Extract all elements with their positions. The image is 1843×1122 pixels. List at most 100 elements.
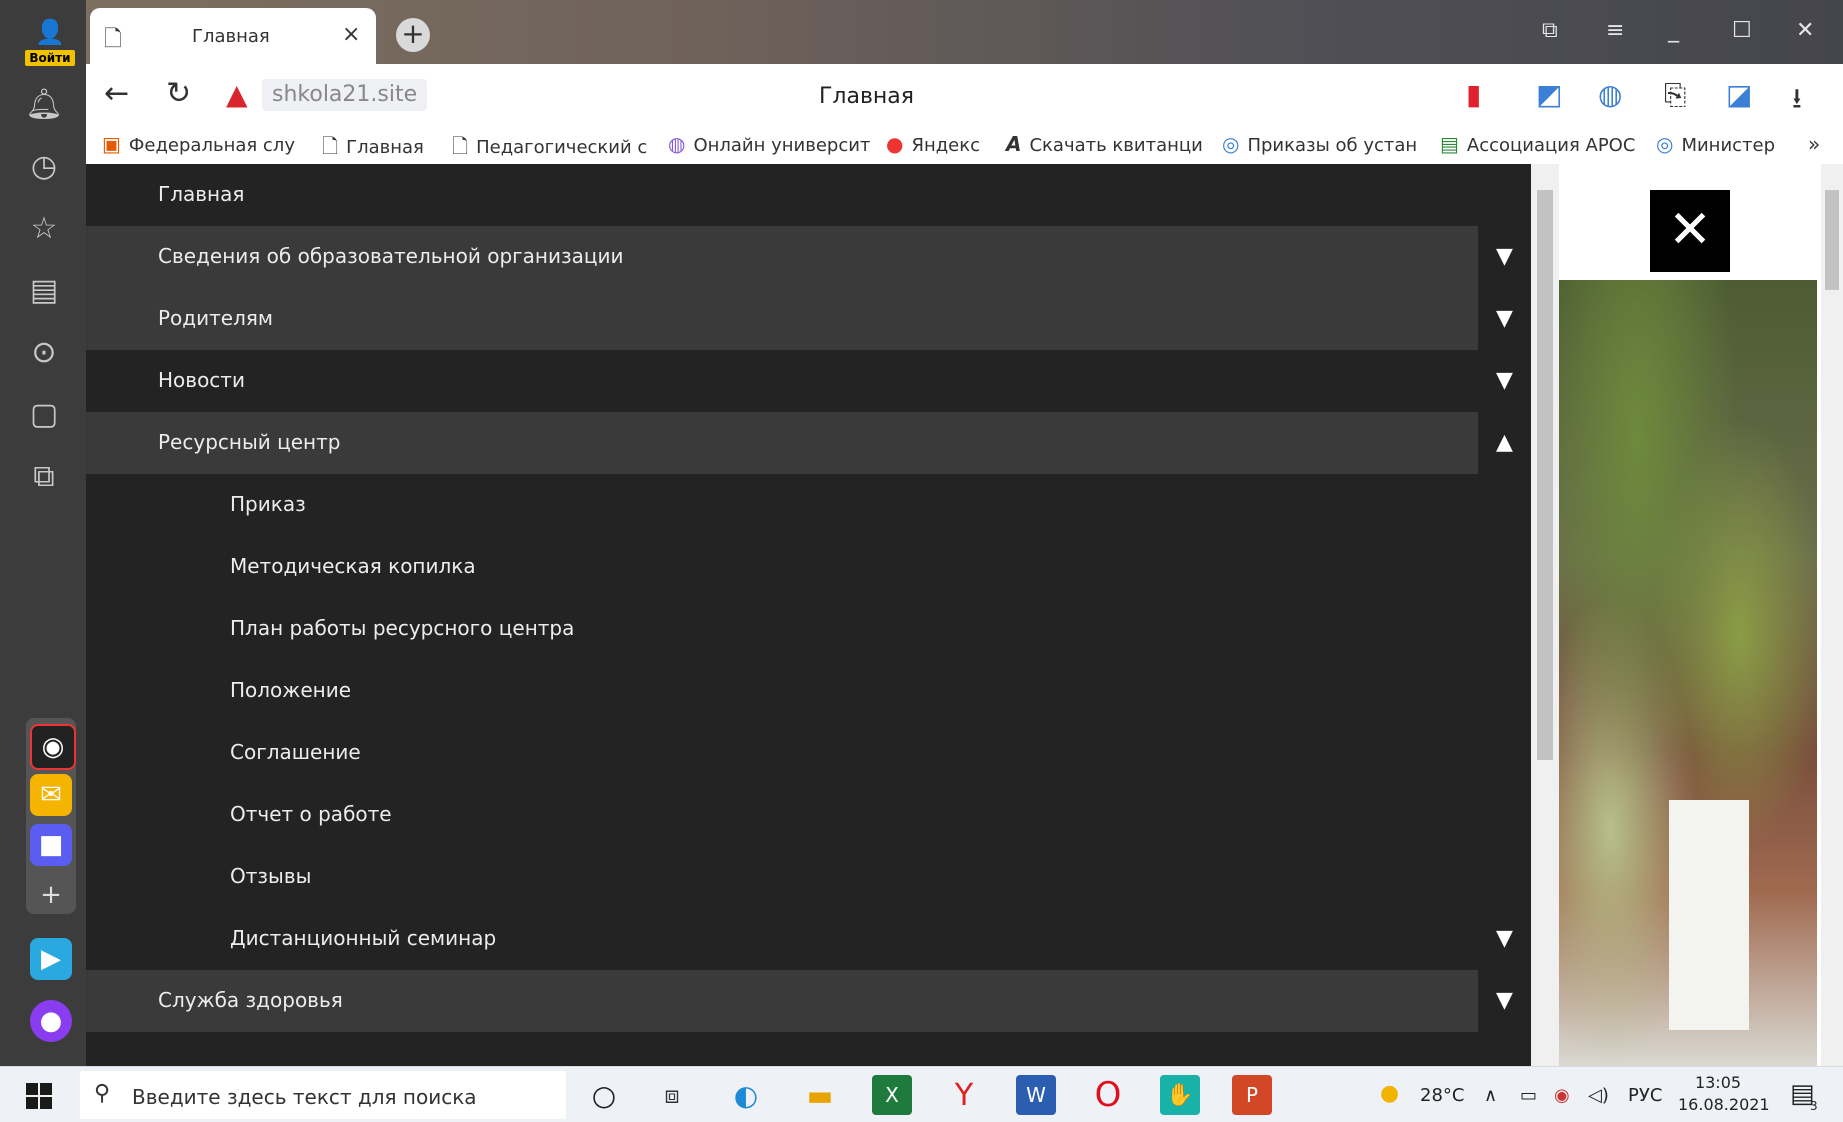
messenger-app-icon[interactable]: ■: [30, 824, 72, 866]
star-icon[interactable]: ☆: [22, 206, 66, 250]
cortana-icon[interactable]: ○: [584, 1075, 624, 1115]
close-menu-button[interactable]: ✕: [1650, 190, 1730, 272]
zen-app-icon[interactable]: ▶: [30, 938, 72, 980]
minimize-icon[interactable]: _: [1668, 18, 1679, 43]
site-icon: ▤: [1440, 132, 1459, 156]
word-icon[interactable]: W: [1016, 1075, 1056, 1115]
language-indicator[interactable]: РУС: [1628, 1085, 1662, 1106]
tabs-overview-icon[interactable]: ⧉: [1542, 18, 1558, 43]
volume-icon[interactable]: ◁): [1588, 1085, 1609, 1106]
submenu-item[interactable]: Соглашение: [86, 722, 1478, 784]
play-icon[interactable]: ⊙: [22, 330, 66, 374]
expand-arrow-icon[interactable]: ▼: [1496, 306, 1513, 331]
menu-item[interactable]: Сведения об образовательной организации ▼: [86, 226, 1513, 288]
clock[interactable]: 13:05 16.08.2021: [1678, 1072, 1770, 1116]
download-icon[interactable]: ⭳: [1792, 78, 1802, 126]
bookmark-item[interactable]: ◍ Онлайн университ: [668, 132, 870, 156]
extension-icon[interactable]: ◍: [1598, 78, 1622, 111]
expand-arrow-icon[interactable]: ▼: [1496, 368, 1513, 393]
bookmark-item[interactable]: A Скачать квитанци: [1006, 132, 1203, 156]
collections-icon[interactable]: ▤: [22, 268, 66, 312]
menu-item-label: Методическая копилка: [230, 554, 476, 578]
screenshot-icon[interactable]: ⧉: [22, 454, 66, 498]
task-view-icon[interactable]: ⧈: [652, 1075, 692, 1115]
expand-arrow-icon[interactable]: ▼: [1496, 926, 1513, 951]
menu-scrollbar-thumb[interactable]: [1537, 190, 1553, 760]
menu-icon[interactable]: ≡: [1606, 18, 1624, 43]
history-icon[interactable]: ◷: [22, 144, 66, 188]
submenu-item[interactable]: Положение: [86, 660, 1478, 722]
yandex-browser-icon[interactable]: Y: [944, 1075, 984, 1115]
alice-orb-icon[interactable]: ●: [30, 1000, 72, 1042]
submenu-item[interactable]: Приказ: [86, 474, 1478, 536]
back-icon[interactable]: ←: [104, 76, 129, 111]
submenu-item[interactable]: Отзывы: [86, 846, 1478, 908]
login-button[interactable]: 👤 Войти: [20, 18, 80, 70]
bell-icon[interactable]: 🔔︎: [22, 82, 66, 126]
close-tab-icon[interactable]: ×: [342, 22, 360, 47]
add-app-icon[interactable]: +: [30, 874, 72, 916]
menu-item[interactable]: Ресурсный центр ▲: [86, 412, 1513, 474]
expand-arrow-icon[interactable]: ▼: [1496, 988, 1513, 1013]
expand-arrow-icon[interactable]: ▼: [1496, 244, 1513, 269]
bookmark-icon[interactable]: ▮: [1466, 78, 1481, 111]
bookmark-item[interactable]: 🗋 Педагогический с: [452, 132, 647, 166]
gosuslugi-icon: ▣: [102, 132, 121, 156]
page-scrollbar[interactable]: [1821, 164, 1843, 1066]
excel-icon[interactable]: X: [872, 1075, 912, 1115]
menu-item[interactable]: Служба здоровья ▼: [86, 970, 1513, 1032]
warning-icon[interactable]: ▲: [226, 78, 248, 111]
submenu-item[interactable]: План работы ресурсного центра: [86, 598, 1478, 660]
browser-sidebar: 👤 Войти 🔔︎ ◷ ☆ ▤ ⊙ ▢ ⧉ ◉ ✉ ■ + ▶ ●: [0, 0, 86, 1066]
chevron-up-icon[interactable]: ∧: [1484, 1085, 1497, 1106]
menu-scrollbar[interactable]: [1531, 164, 1559, 1066]
submenu-item[interactable]: Методическая копилка: [86, 536, 1478, 598]
alice-app-icon[interactable]: ◉: [30, 724, 76, 770]
address-bar: ← ↻ ▲ shkola21.site Главная ▮ ◩ ◍ ⎘ ◪ ⭳: [86, 64, 1843, 124]
yandex-icon: ●: [886, 132, 904, 156]
calendar-icon[interactable]: ▢: [22, 392, 66, 436]
file-explorer-icon[interactable]: ▬: [800, 1075, 840, 1115]
reader-icon[interactable]: ⎘: [1664, 78, 1686, 112]
menu-item[interactable]: Новости ▼: [86, 350, 1513, 412]
close-window-icon[interactable]: ✕: [1796, 18, 1814, 43]
bookmark-item[interactable]: 🗋 Главная: [322, 132, 424, 166]
new-tab-button[interactable]: +: [396, 18, 430, 52]
notifications-count: 3: [1810, 1099, 1818, 1113]
chat-app-icon[interactable]: ✋: [1160, 1075, 1200, 1115]
search-icon: ⚲: [94, 1081, 111, 1106]
bookmark-item[interactable]: ▣ Федеральная слу: [102, 132, 295, 156]
page-scrollbar-thumb[interactable]: [1825, 190, 1839, 290]
edge-icon[interactable]: ◐: [726, 1075, 766, 1115]
bookmark-item[interactable]: ▤ Ассоциация АРОС: [1440, 132, 1635, 156]
maximize-icon[interactable]: ☐: [1732, 18, 1752, 43]
tab-main[interactable]: 🗋 Главная ×: [90, 8, 376, 64]
mail-app-icon[interactable]: ✉: [30, 774, 72, 816]
submenu-item[interactable]: Отчет о работе: [86, 784, 1478, 846]
translate-icon[interactable]: ◩: [1536, 78, 1562, 111]
menu-item-label: Главная: [158, 182, 245, 206]
menu-item[interactable]: Родителям ▼: [86, 288, 1513, 350]
menu-item[interactable]: Главная: [86, 164, 1478, 226]
weather-temperature[interactable]: 28°C: [1420, 1085, 1464, 1106]
taskbar-search-input[interactable]: ⚲ Введите здесь текст для поиска: [80, 1071, 566, 1119]
antivirus-icon[interactable]: ◉: [1554, 1085, 1570, 1106]
tab-bar: 🗋 Главная × + ⧉ ≡ _ ☐ ✕: [86, 0, 1843, 64]
opera-icon[interactable]: O: [1088, 1075, 1128, 1115]
windows-start-icon[interactable]: [26, 1083, 52, 1109]
bookmark-item[interactable]: ◎ Приказы об устан: [1222, 132, 1417, 156]
powerpoint-icon[interactable]: P: [1232, 1075, 1272, 1115]
document-icon: 🗋: [322, 134, 339, 158]
bookmark-item[interactable]: ◎ Министер: [1656, 132, 1775, 156]
submenu-item[interactable]: Дистанционный семинар ▼: [86, 908, 1513, 970]
door-graphic: [1669, 800, 1749, 1030]
office-icon[interactable]: ◪: [1726, 78, 1752, 111]
more-bookmarks-icon[interactable]: »: [1808, 132, 1820, 156]
network-icon[interactable]: ▭: [1520, 1085, 1537, 1106]
collapse-arrow-icon[interactable]: ▲: [1496, 430, 1513, 455]
bookmark-item[interactable]: ● Яндекс: [886, 132, 980, 156]
windows-taskbar: ⚲ Введите здесь текст для поиска ○ ⧈ ◐ ▬…: [0, 1066, 1843, 1122]
weather-icon[interactable]: ●: [1380, 1081, 1399, 1106]
url-field[interactable]: shkola21.site: [262, 79, 428, 111]
reload-icon[interactable]: ↻: [166, 76, 191, 111]
